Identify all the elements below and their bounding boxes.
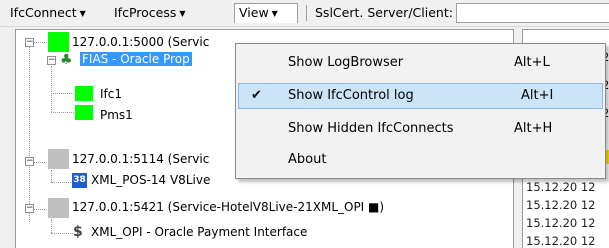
tree-node-xml-pos[interactable]: XML_POS-14 V8Live	[91, 171, 210, 189]
menu-item-show-hidden-ifcconnects[interactable]: Show Hidden IfcConnects Alt+H	[238, 116, 603, 142]
chevron-down-icon: ▼	[79, 9, 86, 18]
tree-node-label: 127.0.0.1:5114 (Servic	[72, 152, 210, 166]
collapse-icon[interactable]: −	[47, 56, 56, 65]
tree-node-label: FIAS - Oracle Prop	[80, 52, 192, 66]
menu-item-show-logbrowser[interactable]: Show LogBrowser Alt+L	[238, 50, 603, 76]
status-indicator-green	[75, 105, 93, 120]
tree-connector	[51, 170, 52, 182]
tree-connector	[29, 46, 30, 222]
chevron-down-icon: ▼	[271, 9, 278, 18]
menu-ifcprocess[interactable]: IfcProcess ▼	[110, 3, 190, 23]
tree-connector	[51, 66, 52, 112]
menu-item-label: Show LogBrowser	[288, 55, 404, 70]
tree-connector	[51, 233, 73, 234]
tree-node-fias[interactable]: FIAS - Oracle Prop	[80, 50, 192, 68]
menu-item-label: About	[288, 152, 327, 167]
log-line: 15.12.20 12	[526, 234, 596, 248]
tree-connector	[33, 209, 45, 210]
menu-item-label: Show Hidden IfcConnects	[288, 121, 454, 136]
tree-connector	[51, 112, 76, 113]
tree-connector	[51, 219, 52, 233]
menu-item-about[interactable]: About	[238, 147, 603, 173]
tree-node-server-5114[interactable]: 127.0.0.1:5114 (Servic	[72, 150, 209, 168]
menu-item-shortcut: Alt+I	[521, 88, 554, 103]
log-line: 15.12.20 12	[526, 216, 596, 230]
tree-node-label: XML_POS-14 V8Live	[91, 173, 211, 187]
log-line: 15.12.20 12	[526, 198, 596, 212]
menu-item-shortcut: Alt+L	[514, 55, 550, 70]
collapse-icon[interactable]: −	[25, 38, 34, 47]
opi-payment-icon: $	[73, 224, 83, 240]
menu-item-shortcut: Alt+H	[514, 121, 553, 136]
fias-interface-icon: ♣	[60, 52, 73, 68]
ssl-cert-field[interactable]	[456, 3, 609, 23]
menu-view-label: View	[239, 5, 269, 20]
tree-node-xml-opi[interactable]: XML_OPI - Oracle Payment Interface	[91, 223, 307, 241]
tree-node-pms1[interactable]: Pms1	[100, 106, 133, 124]
tree-node-ifc1[interactable]: Ifc1	[100, 85, 122, 103]
tree-connector	[51, 182, 73, 183]
tree-node-label: 127.0.0.1:5421 (Service-HotelV8Live-21XM…	[72, 200, 385, 214]
tree-node-label: 127.0.0.1:5000 (Servic	[72, 35, 210, 49]
menu-ifcconnect-label: IfcConnect	[10, 5, 77, 20]
collapse-icon[interactable]: −	[25, 157, 34, 166]
tree-node-label: Pms1	[100, 108, 133, 122]
ssl-cert-label: SslCert. Server/Client:	[315, 5, 453, 20]
menu-ifcprocess-label: IfcProcess	[114, 5, 177, 20]
collapse-icon[interactable]: −	[25, 204, 34, 213]
view-menu-dropdown: Show LogBrowser Alt+L ✔ Show IfcControl …	[235, 43, 606, 179]
status-indicator-grey	[48, 198, 69, 218]
chevron-down-icon: ▼	[179, 9, 186, 18]
log-line: 15.12.20 12	[526, 180, 596, 194]
tree-connector	[33, 162, 45, 163]
status-indicator-green	[48, 32, 69, 52]
tree-node-server-5000[interactable]: 127.0.0.1:5000 (Servic	[72, 33, 209, 51]
status-indicator-green	[75, 86, 93, 101]
menu-view[interactable]: View ▼	[234, 3, 298, 23]
xml-pos-icon: 38	[72, 173, 87, 188]
menu-item-show-ifccontrol-log[interactable]: ✔ Show IfcControl log Alt+I	[238, 83, 603, 109]
tree-node-label: XML_OPI - Oracle Payment Interface	[91, 225, 308, 239]
tree-node-server-5421[interactable]: 127.0.0.1:5421 (Service-HotelV8Live-21XM…	[72, 198, 384, 216]
menu-bar: IfcConnect ▼ IfcProcess ▼ View ▼ SslCert. S…	[0, 0, 609, 27]
tree-connector	[33, 42, 45, 43]
tree-connector	[51, 93, 76, 94]
checkmark-icon: ✔	[251, 88, 262, 103]
status-indicator-grey	[48, 149, 69, 169]
menu-separator	[306, 5, 307, 21]
menu-ifcconnect[interactable]: IfcConnect ▼	[6, 3, 90, 23]
menu-item-label: Show IfcControl log	[288, 88, 414, 103]
tree-node-label: Ifc1	[100, 87, 122, 101]
